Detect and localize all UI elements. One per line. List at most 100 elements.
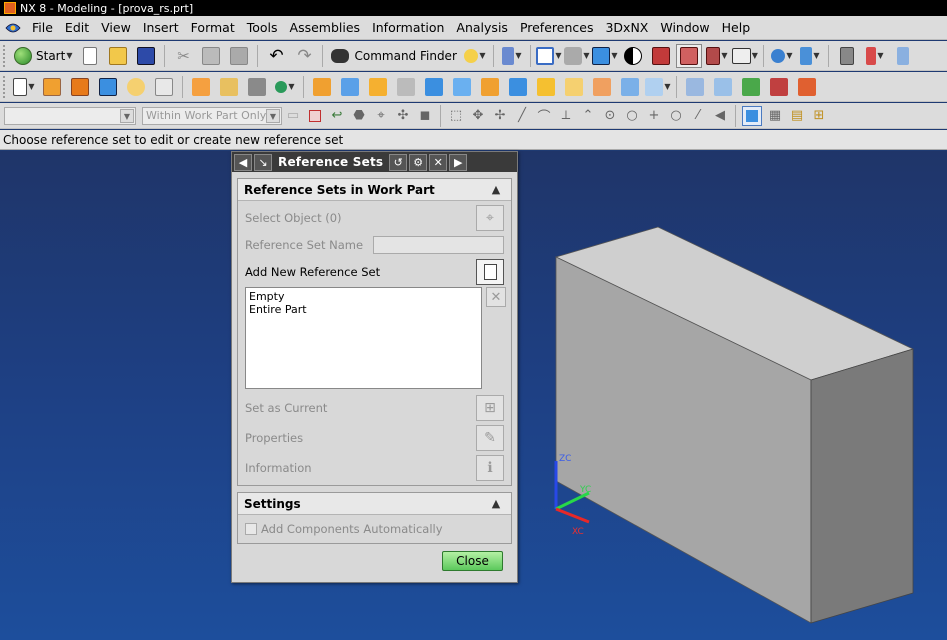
sew-button[interactable] xyxy=(766,75,792,99)
dialog-title-bar[interactable]: ◀ ↘ Reference Sets ↺ ⚙ ✕ ▶ xyxy=(232,152,517,172)
sweep-button[interactable] xyxy=(617,75,643,99)
cone-button[interactable] xyxy=(151,75,177,99)
ruled-button[interactable] xyxy=(710,75,736,99)
extract-button[interactable] xyxy=(794,75,820,99)
menu-preferences[interactable]: Preferences xyxy=(514,20,600,35)
cylinder-button[interactable] xyxy=(123,75,149,99)
render-style-button[interactable]: ▼ xyxy=(592,44,618,68)
assembly-navigator-button[interactable] xyxy=(834,44,860,68)
snap-button[interactable]: ▼ xyxy=(797,44,823,68)
body-icon[interactable]: ⬣ xyxy=(350,107,368,125)
redo-button[interactable]: ↷ xyxy=(291,44,317,68)
intersection-icon[interactable]: ○ xyxy=(667,107,685,125)
line-icon[interactable]: ╱ xyxy=(513,107,531,125)
close-button[interactable]: Close xyxy=(442,551,503,571)
copy-button[interactable] xyxy=(198,44,224,68)
add-components-checkbox[interactable] xyxy=(245,523,257,535)
selection-priority-button[interactable]: ▼ xyxy=(462,44,488,68)
quadrant-point-icon[interactable]: ○ xyxy=(623,107,641,125)
reference-set-list[interactable]: Empty Entire Part xyxy=(245,287,482,389)
paste-button[interactable] xyxy=(226,44,252,68)
menu-help[interactable]: Help xyxy=(716,20,757,35)
toolbar-grip[interactable] xyxy=(3,44,7,67)
menu-edit[interactable]: Edit xyxy=(59,20,95,35)
edit-section-button[interactable] xyxy=(648,44,674,68)
sketch-button[interactable]: ▼ xyxy=(11,75,37,99)
arc-icon[interactable]: ⌒ xyxy=(535,107,553,125)
list-item[interactable]: Empty xyxy=(249,290,478,303)
cut-button[interactable]: ✂ xyxy=(170,44,196,68)
menu-3dxnx[interactable]: 3DxNX xyxy=(599,20,654,35)
shell-button[interactable] xyxy=(393,75,419,99)
start-button[interactable]: Start ▼ xyxy=(10,44,76,68)
orient-view-button[interactable]: ▼ xyxy=(564,44,590,68)
pattern-button[interactable] xyxy=(449,75,475,99)
reference-set-name-input[interactable] xyxy=(373,236,504,254)
snap-off-icon[interactable]: ◀ xyxy=(711,107,729,125)
component-icon[interactable]: ◼ xyxy=(416,107,434,125)
information-button[interactable]: ℹ xyxy=(476,455,504,481)
toolbar-grip[interactable] xyxy=(3,75,7,98)
select-object-button[interactable]: ⌖ xyxy=(476,205,504,231)
color-swatch-button[interactable]: ▼ xyxy=(731,44,758,68)
forward-icon[interactable]: ▶ xyxy=(449,153,468,171)
menu-assemblies[interactable]: Assemblies xyxy=(284,20,367,35)
midpoint-icon[interactable]: ⟂ xyxy=(557,107,575,125)
trim-body-button[interactable] xyxy=(505,75,531,99)
extrude-button[interactable] xyxy=(39,75,65,99)
through-curves-button[interactable]: ▼ xyxy=(645,75,671,99)
settings-section-header[interactable]: Settings ▲ xyxy=(238,493,511,515)
mirror-button[interactable] xyxy=(477,75,503,99)
split-body-button[interactable] xyxy=(533,75,559,99)
delete-reference-set-button[interactable]: ✕ xyxy=(486,287,506,307)
menu-view[interactable]: View xyxy=(95,20,137,35)
wcs-icon[interactable] xyxy=(742,105,762,126)
revolve-button[interactable] xyxy=(67,75,93,99)
mesh-button[interactable] xyxy=(738,75,764,99)
arc-center-icon[interactable]: ⌃ xyxy=(579,107,597,125)
undo-button[interactable]: ↶ xyxy=(263,44,289,68)
more-tools-button[interactable] xyxy=(890,44,916,68)
menu-insert[interactable]: Insert xyxy=(137,20,185,35)
clip-section-button[interactable] xyxy=(675,43,702,68)
general-selection-icon[interactable]: ▭ xyxy=(284,107,302,125)
background-button[interactable] xyxy=(620,44,646,68)
assembly-filter-icon[interactable]: ▤ xyxy=(788,107,806,125)
back-icon[interactable]: ◀ xyxy=(234,153,252,171)
command-finder-button[interactable]: Command Finder xyxy=(327,44,460,68)
new-file-button[interactable] xyxy=(77,44,103,68)
feature-icon[interactable]: ↩ xyxy=(328,107,346,125)
move-icon[interactable]: ✥ xyxy=(469,107,487,125)
nx-menu-icon[interactable] xyxy=(4,19,22,37)
add-new-reference-set-button[interactable] xyxy=(476,259,504,285)
menu-information[interactable]: Information xyxy=(366,20,450,35)
menu-analysis[interactable]: Analysis xyxy=(450,20,514,35)
menu-file[interactable]: File xyxy=(26,20,59,35)
thicken-button[interactable] xyxy=(589,75,615,99)
move-component-button[interactable]: ▼ xyxy=(769,44,795,68)
constraints-button[interactable]: ▼ xyxy=(862,44,888,68)
view-options-icon[interactable]: ▦ xyxy=(766,107,784,125)
edge-blend-button[interactable] xyxy=(309,75,335,99)
unite-button[interactable] xyxy=(188,75,214,99)
reference-sets-section-header[interactable]: Reference Sets in Work Part ▲ xyxy=(238,179,511,201)
open-file-button[interactable] xyxy=(105,44,131,68)
measure-icon[interactable]: ⊞ xyxy=(810,107,828,125)
edge-icon[interactable]: ✣ xyxy=(394,107,412,125)
layer-button[interactable]: ▼ xyxy=(704,44,730,68)
block-button[interactable] xyxy=(95,75,121,99)
chevron-up-icon[interactable]: ▲ xyxy=(487,495,505,513)
surface-button[interactable] xyxy=(682,75,708,99)
hole-button[interactable] xyxy=(365,75,391,99)
gear-icon[interactable]: ⚙ xyxy=(409,153,428,171)
snap-point-icon[interactable]: ✢ xyxy=(491,107,509,125)
fit-view-button[interactable]: ▼ xyxy=(536,44,562,68)
selection-scope-dropdown[interactable]: Within Work Part Only ▼ xyxy=(142,106,282,125)
point-button[interactable]: ▼ xyxy=(272,75,298,99)
close-icon[interactable]: ✕ xyxy=(429,153,448,171)
face-icon[interactable]: ⌖ xyxy=(372,107,390,125)
datum-csys-button[interactable] xyxy=(244,75,270,99)
menu-window[interactable]: Window xyxy=(654,20,715,35)
existing-point-icon[interactable]: + xyxy=(645,107,663,125)
save-button[interactable] xyxy=(133,44,159,68)
